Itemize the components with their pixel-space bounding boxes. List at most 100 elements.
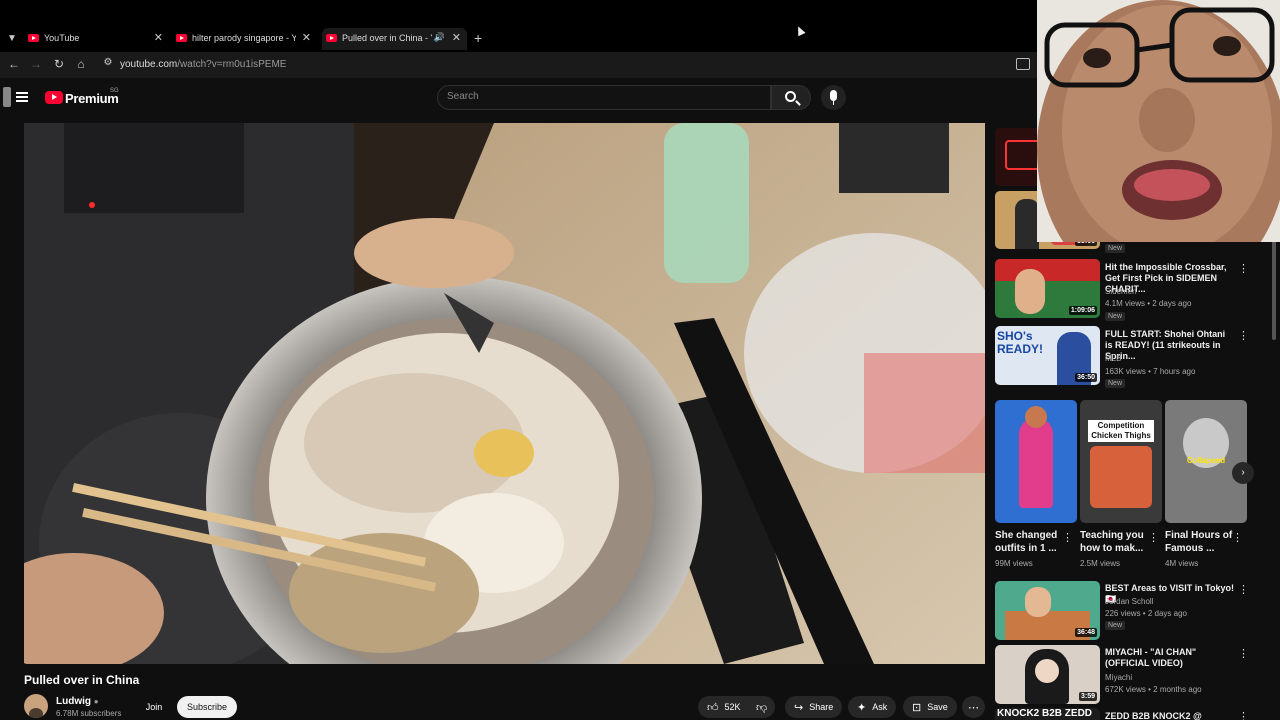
tab-list-chevron-icon[interactable]: ▼ [4,31,20,47]
more-vertical-icon[interactable]: ⋮ [1062,531,1073,544]
rec-thumbnail-3[interactable]: SHO's READY! 36:50 [995,326,1100,385]
shorts-next-button[interactable]: › [1232,462,1254,484]
thumb-art [1015,199,1039,249]
home-icon[interactable]: ⌂ [73,57,89,71]
youtube-header: Premium SG [0,78,1040,120]
thumb-art [995,259,1100,281]
rec-channel[interactable]: MLB [1105,354,1121,363]
channel-name[interactable]: Ludwig ● [56,696,99,707]
short-views: 4M views [1165,559,1199,568]
video-duration: 3:59 [1078,692,1097,701]
short-title[interactable]: She changed outfits in 1 ... [995,529,1063,555]
thumb-text: Collapsed [1186,456,1226,465]
back-arrow-icon[interactable]: ← [6,57,22,71]
more-vertical-icon[interactable]: ⋮ [1232,531,1243,544]
rec-thumbnail-2[interactable]: 1:09:06 [995,259,1100,318]
reload-icon[interactable]: ↻ [51,57,67,71]
subscriber-count: 6.78M subscribers [56,709,122,718]
ask-button[interactable]: ✦ Ask [848,696,897,718]
save-button[interactable]: ⊡ Save [903,696,957,718]
short-title[interactable]: Final Hours of Famous ... [1165,529,1233,555]
voice-search-button[interactable] [821,85,846,110]
rec-thumbnail-5[interactable]: 3:59 [995,645,1100,704]
youtube-favicon-icon [176,34,187,42]
join-button[interactable]: Join [139,697,169,717]
browser-tab-hilter-parody[interactable]: hilter parody singapore - YouTube ✕ [172,28,317,50]
more-vertical-icon[interactable]: ⋮ [1238,710,1249,720]
speaker-icon[interactable]: 🔊 [434,32,445,43]
more-vertical-icon[interactable]: ⋮ [1238,329,1249,342]
more-vertical-icon[interactable]: ⋮ [1238,262,1249,275]
rec-title[interactable]: MIYACHI - "AI CHAN" (OFFICIAL VIDEO) [1105,647,1235,669]
thumb-art [1025,587,1051,617]
address-bar-row: ← → ↻ ⌂ ⚙ youtube.com/watch?v=rm0u1isPEM… [0,52,1040,78]
search-button[interactable] [771,85,811,110]
country-code: SG [110,88,119,94]
more-actions-button[interactable]: ⋯ [962,696,985,718]
browser-tab-youtube[interactable]: YouTube ✕ [24,28,169,50]
youtube-favicon-icon [28,34,39,42]
url-host: youtube.com [120,59,178,70]
rec-channel[interactable]: Jordan Scholl [1105,597,1153,606]
new-badge: New [1105,244,1126,253]
short-thumbnail-1[interactable]: Competition Chicken Thighs [1080,400,1162,523]
more-vertical-icon[interactable]: ⋮ [1148,531,1159,544]
bookmark-icon: ⊡ [912,701,922,714]
subscribe-button[interactable]: Subscribe [177,696,237,718]
sidebar-handle[interactable] [3,87,11,107]
browser-tab-pulled-over[interactable]: Pulled over in China - YouTube 🔊 ✕ [322,28,467,50]
rec-channel[interactable]: Miyachi [1105,673,1132,682]
short-views: 2.5M views [1080,559,1121,568]
more-vertical-icon[interactable]: ⋮ [1238,647,1249,660]
thumb-text: SHO's READY! [997,329,1044,356]
video-duration: 36:50 [1075,373,1097,382]
tab-close-icon[interactable]: ✕ [154,31,163,44]
more-vertical-icon[interactable]: ⋮ [1238,583,1249,596]
video-duration: 36:48 [1075,628,1097,637]
microphone-icon [830,90,837,105]
rec-thumbnail-4[interactable]: 36:48 [995,581,1100,640]
url-path: /watch?v=rm0u1isPEME [177,59,287,70]
site-settings-icon[interactable]: ⚙ [100,57,116,68]
short-views: 99M views [995,559,1033,568]
share-button[interactable]: ↪ Share [785,696,843,718]
cast-icon[interactable] [1016,58,1030,70]
like-button[interactable]: 👍︎ 52K [698,696,750,718]
rec-title[interactable]: FULL START: Shohei Ohtani is READY! (11 … [1105,329,1235,362]
video-player[interactable] [24,123,985,664]
rec-channel[interactable]: Sidemen [1105,287,1137,296]
tab-title: hilter parody singapore - YouTube [192,33,296,43]
menu-icon[interactable] [16,92,28,102]
forward-arrow-icon[interactable]: → [28,57,44,71]
thumbs-down-icon: 👎︎ [756,701,768,714]
tab-close-icon[interactable]: ✕ [452,31,461,44]
tab-close-icon[interactable]: ✕ [302,31,311,44]
short-thumbnail-0[interactable] [995,400,1077,523]
webcam-overlay [1037,0,1280,242]
thumb-art [1035,659,1059,683]
sparkle-icon: ✦ [857,701,867,714]
thumb-art [1090,446,1152,508]
thumbs-up-icon: 👍︎ [707,701,719,714]
youtube-favicon-icon [326,34,337,42]
short-title[interactable]: Teaching you how to mak... [1080,529,1148,555]
dislike-button[interactable]: 👎︎ [748,696,776,718]
channel-name-text: Ludwig [56,696,91,707]
video-duration: 1:09:06 [1068,306,1097,315]
short-thumbnail-2[interactable]: Collapsed [1165,400,1247,523]
new-badge: New [1105,379,1126,388]
url-field[interactable]: youtube.com/watch?v=rm0u1isPEME [120,59,286,70]
rec-meta: 163K views • 7 hours ago [1105,367,1196,376]
rec-title[interactable]: ZEDD B2B KNOCK2 @ [1105,711,1235,720]
search-input[interactable] [447,91,747,102]
video-title: Pulled over in China [24,673,140,687]
thumb-text: Competition Chicken Thighs [1088,420,1154,442]
video-frame [24,123,985,664]
youtube-logo-icon[interactable] [45,91,63,104]
channel-avatar[interactable] [24,694,48,718]
new-badge: New [1105,621,1126,630]
rec-thumbnail-6[interactable]: KNOCK2 B2B ZEDD [995,708,1100,720]
search-box [437,85,771,110]
new-tab-button[interactable]: + [474,30,482,46]
thumb-art [1019,418,1053,508]
